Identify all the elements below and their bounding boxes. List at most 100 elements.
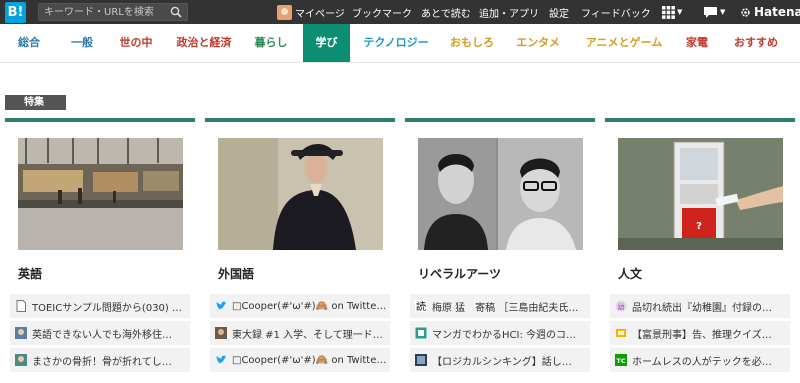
list-item[interactable]: 東大録 #1 入学、そして理一ド… — [210, 321, 390, 345]
list-item-text: マンガでわかるHCI: 今週のコ… — [432, 329, 576, 341]
card-accent-bar — [205, 118, 395, 122]
list-item-text: 東大録 #1 入学、そして理一ド… — [232, 329, 383, 341]
tab-technology[interactable]: テクノロジー — [357, 24, 435, 62]
document-icon — [16, 300, 26, 312]
list-item[interactable]: まさかの骨折！骨が折れてし… — [10, 348, 190, 372]
search-icon[interactable] — [170, 6, 182, 18]
card-thumbnail-two-men-photo[interactable] — [418, 138, 583, 250]
card-title[interactable]: 英語 — [18, 265, 42, 282]
tab-manabi[interactable]: 学び — [303, 24, 350, 62]
card-thumbnail-street-scene[interactable] — [18, 138, 183, 250]
svg-text:?: ? — [696, 221, 702, 232]
photo-icon — [215, 327, 227, 339]
list-item-text: 品切れ続出『幼稚園』付録の… — [632, 302, 772, 314]
mypage-link[interactable]: マイページ — [277, 0, 345, 24]
list-item-text: TOEICサンプル問題から(030) … — [32, 302, 182, 314]
tab-politics-economy[interactable]: 政治と経済 — [170, 24, 238, 62]
twitter-icon — [216, 355, 226, 364]
list-item[interactable]: □Cooper(#'ω'#)🙈 on Twitter: "… — [210, 348, 390, 372]
photo-icon — [415, 354, 427, 366]
tab-osusume[interactable]: おすすめ — [730, 24, 782, 62]
hatena-brand-label: Hatena — [754, 5, 800, 19]
svg-text:TC: TC — [616, 357, 625, 365]
face-icon — [15, 354, 27, 366]
list-item-text: 【ロジカルシンキング】話し… — [432, 356, 572, 368]
list-item-text: ホームレスの人がテックを必… — [632, 356, 772, 368]
card-title[interactable]: リベラルアーツ — [418, 265, 501, 282]
tab-kaden[interactable]: 家電 — [679, 24, 715, 62]
settings-link[interactable]: 設定 — [549, 0, 569, 24]
hatena-brand-link[interactable]: Hatena — [740, 0, 800, 24]
list-item[interactable]: □Cooper(#'ω'#)🙈 on Twitter: "… — [210, 294, 390, 318]
avatar — [277, 4, 292, 20]
hatena-gear-icon — [741, 7, 750, 17]
tab-entame[interactable]: エンタメ — [509, 24, 567, 62]
bookmark-link[interactable]: ブックマーク — [352, 0, 412, 24]
card-accent-bar — [605, 118, 795, 122]
apps-menu-button[interactable]: ▼ — [662, 0, 682, 24]
purple-icon: 幼 — [615, 300, 627, 312]
section-label-tokushu: 特集 — [5, 95, 66, 110]
list-item[interactable]: 読 梅原 猛 寄稿 ［三島由紀夫氏… — [410, 294, 590, 318]
list-item[interactable]: 【ロジカルシンキング】話し… — [410, 348, 590, 372]
card-accent-bar — [405, 118, 595, 122]
card-thumbnail-portrait-painting[interactable] — [218, 138, 383, 250]
kanji-icon: 読 — [415, 300, 427, 312]
entry-list: 幼 品切れ続出『幼稚園』付録の… 【富景刑事】告、推理クイズ… TC ホームレス… — [610, 294, 790, 375]
category-nav: 総合 一般 世の中 政治と経済 暮らし 学び テクノロジー おもしろ エンタメ … — [0, 24, 800, 63]
feedback-link[interactable]: フィードバック — [581, 0, 651, 24]
tc-icon: TC — [615, 354, 627, 366]
card-title[interactable]: 人文 — [618, 265, 642, 282]
list-item[interactable]: 幼 品切れ続出『幼稚園』付録の… — [610, 294, 790, 318]
orange-icon — [616, 329, 626, 337]
notifications-button[interactable]: ▼ — [703, 0, 725, 24]
search-box — [38, 3, 188, 21]
list-item-text: 梅原 猛 寄稿 ［三島由紀夫氏… — [432, 302, 579, 314]
list-item-text: 英語できない人でも海外移住… — [32, 329, 172, 341]
bookmark-label: ブックマーク — [352, 8, 412, 20]
feature-card-english: 英語 TOEICサンプル問題から(030) … 英語できない人でも海外移住… ま… — [5, 118, 195, 383]
list-item-text: □Cooper(#'ω'#)🙈 on Twitter: "… — [232, 300, 390, 312]
list-item[interactable]: 【富景刑事】告、推理クイズ… — [610, 321, 790, 345]
tab-kurashi[interactable]: 暮らし — [246, 24, 296, 62]
list-item[interactable]: 英語できない人でも海外移住… — [10, 321, 190, 345]
entry-list: TOEICサンプル問題から(030) … 英語できない人でも海外移住… まさかの… — [10, 294, 190, 375]
entry-list: □Cooper(#'ω'#)🙈 on Twitter: "… 東大録 #1 入学… — [210, 294, 390, 375]
speech-bubble-icon — [704, 6, 717, 18]
list-item-text: まさかの骨折！骨が折れてし… — [32, 356, 172, 368]
card-thumbnail-vending-machine[interactable]: ? — [618, 138, 783, 250]
list-item-text: 【富景刑事】告、推理クイズ… — [632, 329, 772, 341]
chevron-down-icon: ▼ — [677, 8, 683, 16]
settings-label: 設定 — [549, 8, 569, 20]
card-accent-bar — [5, 118, 195, 122]
tab-ippan[interactable]: 一般 — [60, 24, 104, 62]
tab-yononaka[interactable]: 世の中 — [110, 24, 162, 62]
list-item[interactable]: マンガでわかるHCI: 今週のコ… — [410, 321, 590, 345]
face-icon — [15, 327, 27, 339]
tab-anime-game[interactable]: アニメとゲーム — [579, 24, 669, 62]
read-later-link[interactable]: あとで読む — [421, 0, 471, 24]
addons-label: 追加・アプリ — [479, 8, 539, 20]
tab-omoshiro[interactable]: おもしろ — [443, 24, 501, 62]
mypage-label: マイページ — [295, 8, 345, 20]
feedback-label: フィードバック — [581, 8, 651, 20]
list-item-text: □Cooper(#'ω'#)🙈 on Twitter: "… — [232, 354, 390, 366]
card-title[interactable]: 外国語 — [218, 265, 254, 282]
entry-list: 読 梅原 猛 寄稿 ［三島由紀夫氏… マンガでわかるHCI: 今週のコ… 【ロジ… — [410, 294, 590, 375]
chevron-down-icon: ▼ — [720, 8, 726, 16]
tab-sogo[interactable]: 総合 — [9, 24, 49, 62]
feature-card-foreign-language: 外国語 □Cooper(#'ω'#)🙈 on Twitter: "… 東大録 #… — [205, 118, 395, 383]
hatena-bookmark-logo[interactable]: B! — [5, 2, 26, 23]
top-bar: B! マイページ ブックマーク あとで読む 追加・アプリ 設定 フィードバック … — [0, 0, 800, 24]
svg-text:読: 読 — [416, 300, 426, 312]
feature-card-humanities: ? 人文 幼 品切れ続出『幼稚園』付録の… 【富景刑事】告、推理クイズ… TC … — [605, 118, 795, 383]
twitter-icon — [216, 301, 226, 310]
list-item[interactable]: TC ホームレスの人がテックを必… — [610, 348, 790, 372]
search-input[interactable] — [44, 5, 166, 19]
grid-icon — [662, 5, 675, 19]
square-icon — [415, 327, 427, 339]
read-later-label: あとで読む — [421, 8, 471, 20]
feature-card-liberal-arts: リベラルアーツ 読 梅原 猛 寄稿 ［三島由紀夫氏… マンガでわかるHCI: 今… — [405, 118, 595, 383]
list-item[interactable]: TOEICサンプル問題から(030) … — [10, 294, 190, 318]
addons-link[interactable]: 追加・アプリ — [479, 0, 539, 24]
